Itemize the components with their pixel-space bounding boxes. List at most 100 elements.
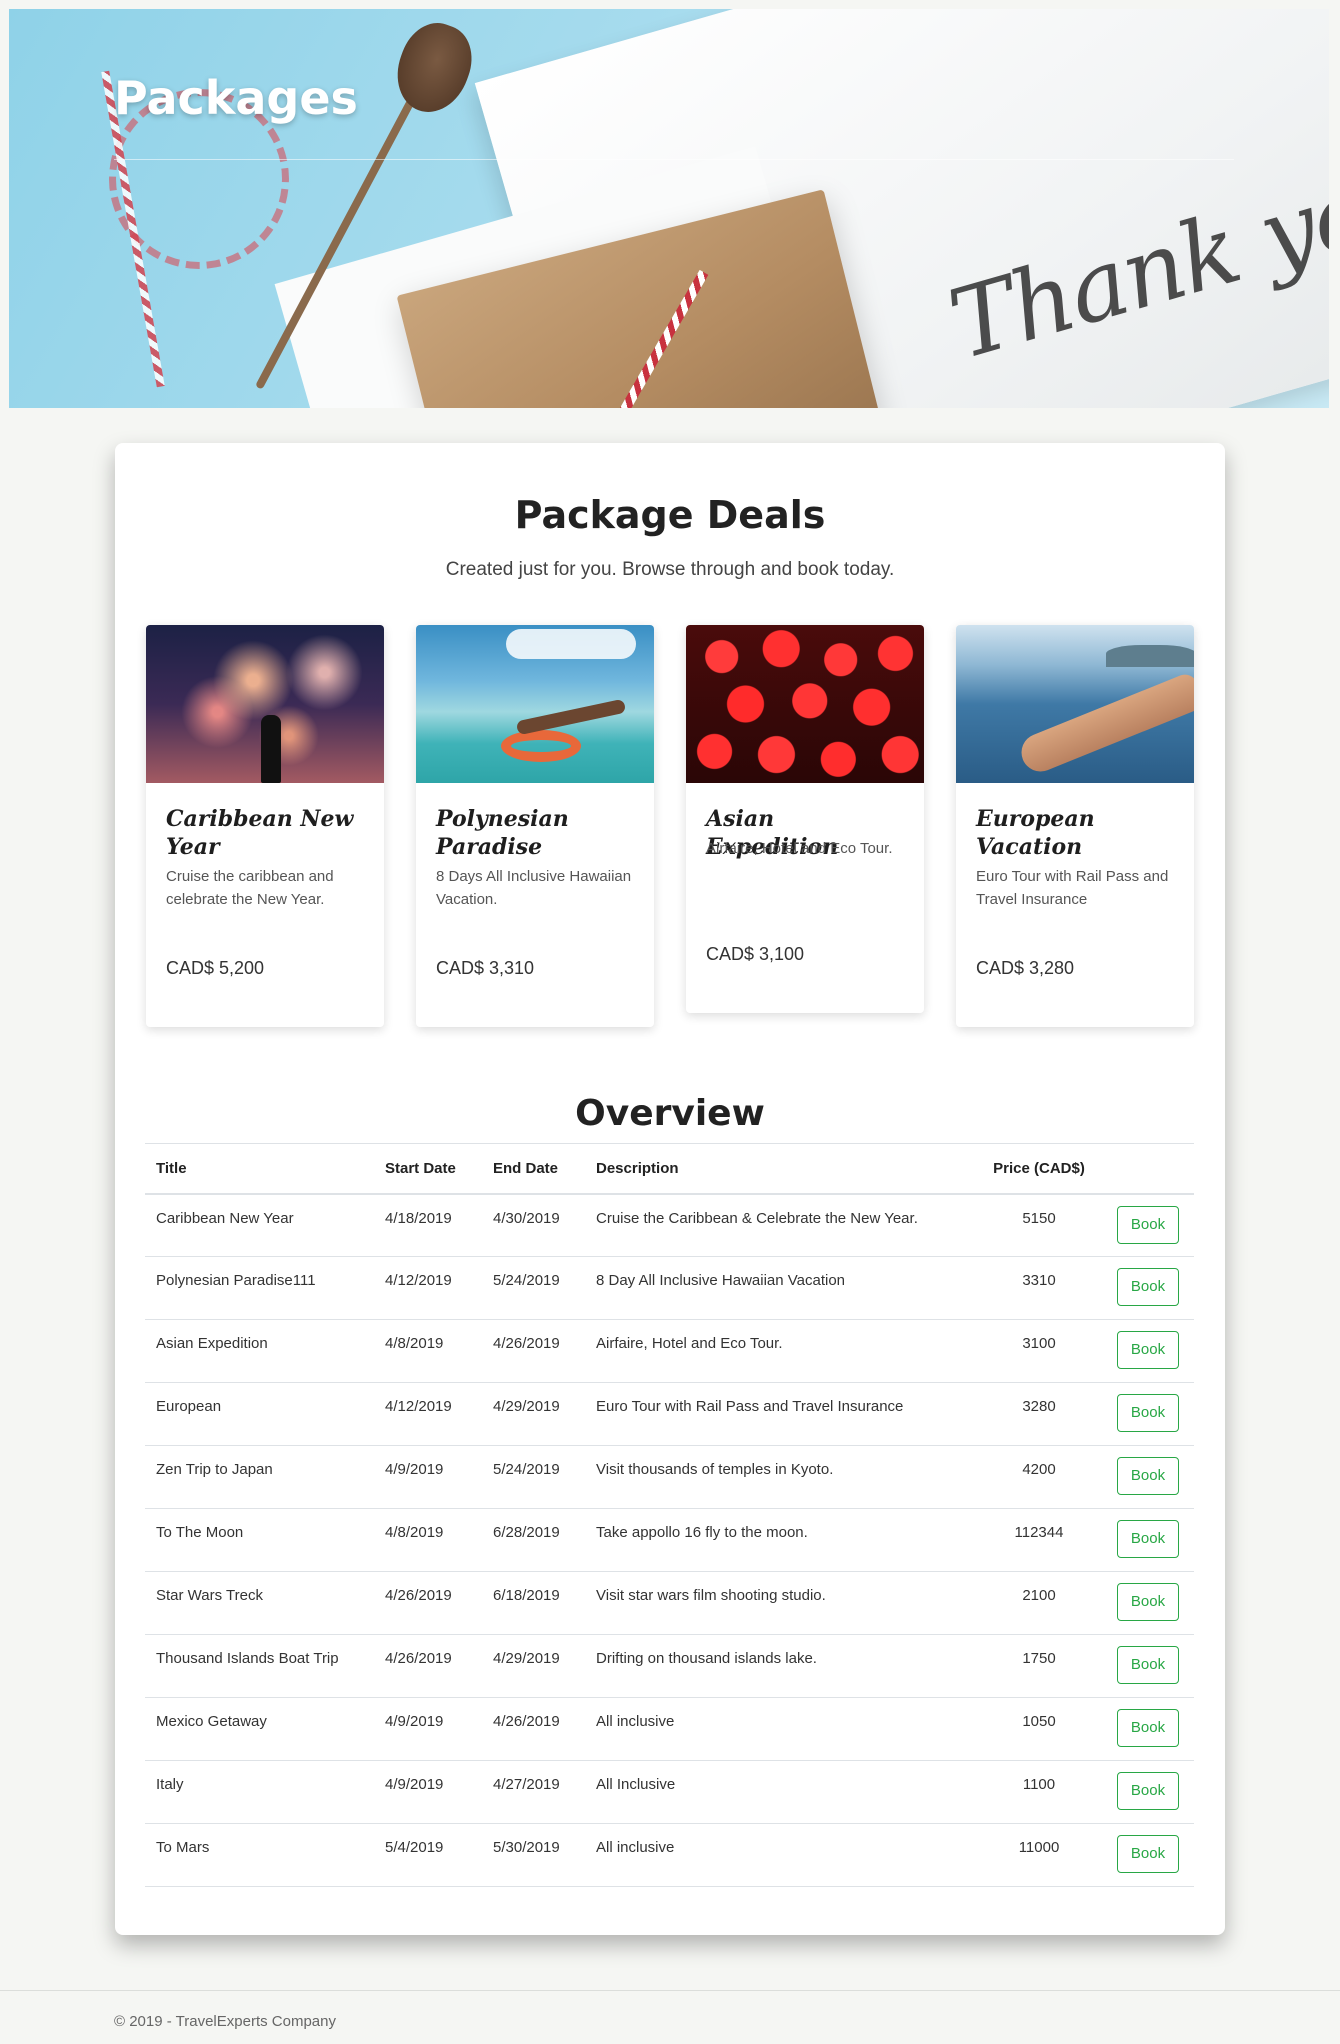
- cell-description: All Inclusive: [585, 1760, 972, 1824]
- cell-start-date: 4/26/2019: [374, 1571, 482, 1635]
- column-header-end-date: End Date: [482, 1143, 585, 1195]
- package-title[interactable]: Caribbean New Year: [166, 805, 366, 861]
- main-content-card: Package Deals Created just for you. Brow…: [115, 443, 1225, 1935]
- cell-description: Euro Tour with Rail Pass and Travel Insu…: [585, 1382, 972, 1446]
- book-button[interactable]: Book: [1117, 1331, 1179, 1369]
- cell-price: 1750: [972, 1634, 1106, 1698]
- package-description: 8 Days All Inclusive Hawaiian Vacation.: [436, 868, 632, 908]
- cell-start-date: 4/9/2019: [374, 1697, 482, 1761]
- cell-action: Book: [1106, 1193, 1194, 1257]
- footer-divider: [0, 1990, 1340, 1991]
- package-card-asian[interactable]: Asian Expedition Airfaire, Hotel and Eco…: [686, 625, 924, 1013]
- cell-end-date: 5/24/2019: [482, 1256, 585, 1320]
- cell-action: Book: [1106, 1319, 1194, 1383]
- cell-description: Visit thousands of temples in Kyoto.: [585, 1445, 972, 1509]
- cell-price: 5150: [972, 1193, 1106, 1257]
- cell-end-date: 4/29/2019: [482, 1634, 585, 1698]
- column-header-start-date: Start Date: [374, 1143, 482, 1195]
- table-row: Asian Expedition 4/8/2019 4/26/2019 Airfair…: [145, 1319, 1194, 1383]
- package-price: CAD$ 5,200: [166, 958, 265, 978]
- title-divider: [114, 159, 1234, 160]
- column-header-price: Price (CAD$): [972, 1143, 1106, 1195]
- cell-start-date: 4/12/2019: [374, 1256, 482, 1320]
- cell-title: To The Moon: [145, 1508, 374, 1572]
- cell-end-date: 6/18/2019: [482, 1571, 585, 1635]
- cell-description: All inclusive: [585, 1697, 972, 1761]
- package-description: Euro Tour with Rail Pass and Travel Insu…: [976, 868, 1169, 908]
- cell-action: Book: [1106, 1634, 1194, 1698]
- cell-title: Zen Trip to Japan: [145, 1445, 374, 1509]
- package-description: Cruise the caribbean and celebrate the N…: [166, 868, 334, 908]
- package-price: CAD$ 3,310: [436, 958, 535, 978]
- cell-title: Polynesian Paradise111: [145, 1256, 374, 1320]
- pool-photo-cloud: [506, 629, 636, 659]
- cell-price: 4200: [972, 1445, 1106, 1509]
- cell-start-date: 5/4/2019: [374, 1823, 482, 1887]
- cell-action: Book: [1106, 1760, 1194, 1824]
- cell-end-date: 4/26/2019: [482, 1697, 585, 1761]
- overview-table: Title Start Date End Date Description Pr…: [145, 1143, 1194, 1887]
- book-button[interactable]: Book: [1117, 1268, 1179, 1306]
- cell-price: 2100: [972, 1571, 1106, 1635]
- cell-title: Asian Expedition: [145, 1319, 374, 1383]
- book-button[interactable]: Book: [1117, 1394, 1179, 1432]
- cell-title: Caribbean New Year: [145, 1193, 374, 1257]
- hero-dried-flower-pod: [385, 13, 483, 123]
- cell-price: 1050: [972, 1697, 1106, 1761]
- book-button[interactable]: Book: [1117, 1709, 1179, 1747]
- cell-title: Thousand Islands Boat Trip: [145, 1634, 374, 1698]
- cell-price: 11000: [972, 1823, 1106, 1887]
- cell-action: Book: [1106, 1571, 1194, 1635]
- column-header-actions: [1106, 1143, 1194, 1195]
- cell-end-date: 5/24/2019: [482, 1445, 585, 1509]
- cell-description: Take appollo 16 fly to the moon.: [585, 1508, 972, 1572]
- pool-photo-float: [501, 730, 581, 762]
- pool-float-photo: [416, 625, 654, 783]
- cell-action: Book: [1106, 1823, 1194, 1887]
- column-header-title: Title: [145, 1143, 374, 1195]
- cell-start-date: 4/26/2019: [374, 1634, 482, 1698]
- book-button[interactable]: Book: [1117, 1646, 1179, 1684]
- cell-start-date: 4/12/2019: [374, 1382, 482, 1446]
- cell-action: Book: [1106, 1445, 1194, 1509]
- book-button[interactable]: Book: [1117, 1520, 1179, 1558]
- cell-description: Airfaire, Hotel and Eco Tour.: [585, 1319, 972, 1383]
- package-price: CAD$ 3,280: [976, 958, 1075, 978]
- cell-description: All inclusive: [585, 1823, 972, 1887]
- table-row: European 4/12/2019 4/29/2019 Euro Tour with…: [145, 1382, 1194, 1446]
- footer-copyright: © 2019 - TravelExperts Company: [114, 2013, 336, 2030]
- book-button[interactable]: Book: [1117, 1205, 1179, 1244]
- page-title: Packages: [114, 71, 358, 125]
- cell-title: Star Wars Treck: [145, 1571, 374, 1635]
- hero-banner: Thank you Packages: [9, 9, 1329, 408]
- pool-photo-swimmer: [515, 698, 627, 736]
- table-row: Star Wars Treck 4/26/2019 6/18/2019 Visit s…: [145, 1571, 1194, 1635]
- package-card-european[interactable]: European Vacation Euro Tour with Rail Pa…: [956, 625, 1194, 1027]
- table-row: To The Moon 4/8/2019 6/28/2019 Take appollo…: [145, 1508, 1194, 1572]
- cell-action: Book: [1106, 1697, 1194, 1761]
- package-price: CAD$ 3,100: [706, 944, 805, 964]
- fireworks-person-silhouette: [261, 715, 281, 783]
- package-card-polynesian[interactable]: Polynesian Paradise 8 Days All Inclusive…: [416, 625, 654, 1027]
- book-button[interactable]: Book: [1117, 1835, 1179, 1873]
- cell-action: Book: [1106, 1256, 1194, 1320]
- cell-end-date: 6/28/2019: [482, 1508, 585, 1572]
- package-card-caribbean[interactable]: Caribbean New Year Cruise the caribbean …: [146, 625, 384, 1027]
- table-header-row: Title Start Date End Date Description Pr…: [145, 1143, 1194, 1195]
- book-button[interactable]: Book: [1117, 1772, 1179, 1810]
- cell-start-date: 4/9/2019: [374, 1445, 482, 1509]
- package-deals-heading: Package Deals: [514, 493, 826, 537]
- package-title[interactable]: Polynesian Paradise: [436, 805, 636, 861]
- cell-price: 3100: [972, 1319, 1106, 1383]
- book-button[interactable]: Book: [1117, 1457, 1179, 1495]
- red-lanterns-photo: [686, 625, 924, 783]
- sea-photo-hand: [1015, 670, 1194, 778]
- book-button[interactable]: Book: [1117, 1583, 1179, 1621]
- cell-price: 1100: [972, 1760, 1106, 1824]
- cell-end-date: 4/26/2019: [482, 1319, 585, 1383]
- cell-description: Visit star wars film shooting studio.: [585, 1571, 972, 1635]
- cell-title: Italy: [145, 1760, 374, 1824]
- sea-photo-island: [1106, 645, 1194, 667]
- package-title[interactable]: European Vacation: [976, 805, 1176, 861]
- cell-start-date: 4/9/2019: [374, 1760, 482, 1824]
